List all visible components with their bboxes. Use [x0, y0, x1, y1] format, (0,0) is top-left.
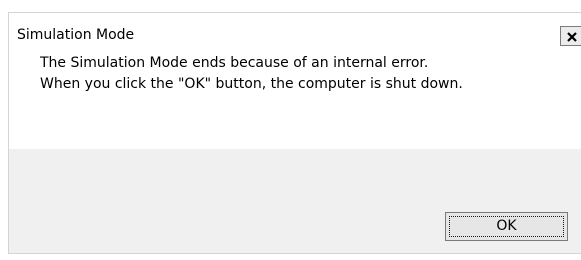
- dialog-button-area: OK: [9, 149, 581, 253]
- ok-button[interactable]: OK: [445, 212, 568, 241]
- simulation-mode-dialog: Simulation Mode The Simulation Mode ends…: [8, 12, 581, 254]
- dialog-title: Simulation Mode: [17, 27, 135, 43]
- close-button[interactable]: [560, 26, 581, 46]
- close-icon: [567, 32, 577, 42]
- message-line-2: When you click the "OK" button, the comp…: [40, 76, 463, 92]
- message-line-1: The Simulation Mode ends because of an i…: [40, 55, 429, 71]
- dialog-title-bar: Simulation Mode: [9, 13, 581, 55]
- ok-button-label: OK: [496, 218, 517, 234]
